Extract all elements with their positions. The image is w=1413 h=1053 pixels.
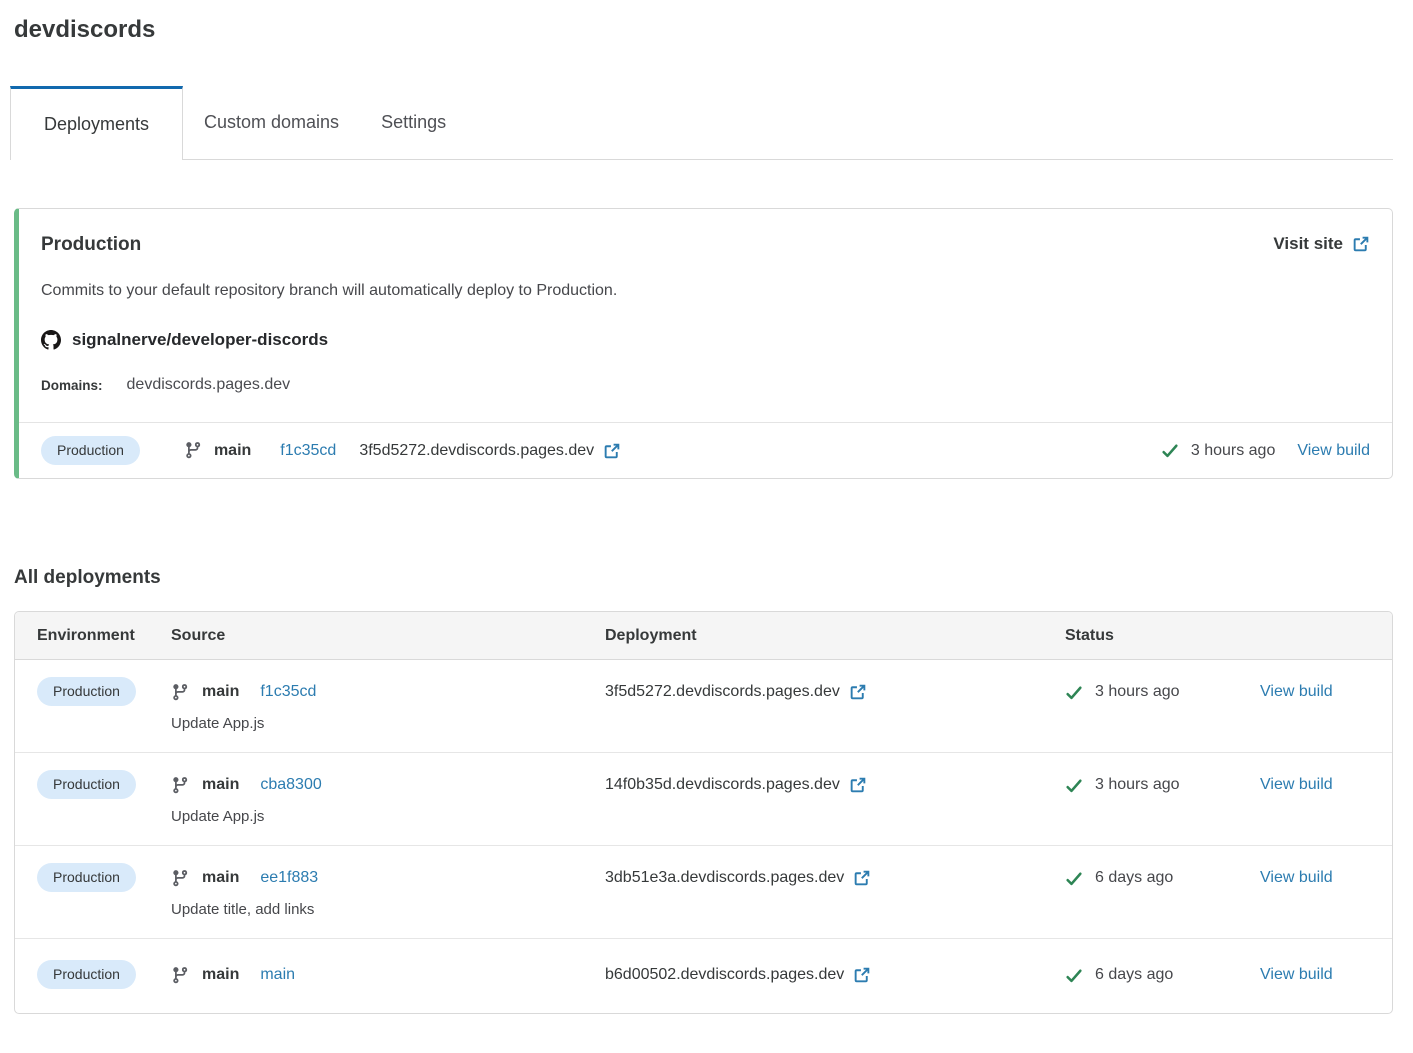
deployment-url[interactable]: 3db51e3a.devdiscords.pages.dev — [605, 866, 844, 890]
domains-value: devdiscords.pages.dev — [127, 376, 291, 394]
table-row: Production main cba8300 Update App.js 14… — [15, 752, 1392, 845]
domains-label: Domains: — [41, 378, 103, 393]
tab-custom-domains[interactable]: Custom domains — [183, 86, 360, 159]
external-link-icon[interactable] — [849, 776, 867, 794]
check-icon — [1161, 442, 1179, 459]
table-header: Environment Source Deployment Status — [15, 612, 1392, 660]
external-link-icon[interactable] — [603, 442, 621, 460]
production-card: Production Visit site Commits to your de… — [14, 208, 1393, 479]
deployment-time: 6 days ago — [1095, 963, 1173, 987]
commit-message: Update App.js — [171, 807, 605, 827]
visit-site-link[interactable]: Visit site — [1273, 234, 1370, 254]
deployment-url[interactable]: 3f5d5272.devdiscords.pages.dev — [605, 680, 840, 704]
page-title: devdiscords — [14, 16, 1413, 44]
git-branch-icon — [184, 441, 203, 460]
repository-link[interactable]: signalnerve/developer-discords — [72, 330, 328, 350]
deployment-time: 3 hours ago — [1191, 442, 1276, 460]
table-row: Production main f1c35cd Update App.js 3f… — [15, 660, 1392, 752]
view-build-link[interactable]: View build — [1260, 966, 1333, 983]
view-build-link[interactable]: View build — [1297, 442, 1370, 460]
branch-name: main — [202, 773, 239, 797]
view-build-link[interactable]: View build — [1260, 869, 1333, 886]
commit-link[interactable]: f1c35cd — [280, 442, 336, 460]
production-deployment-row: Production main f1c35cd 3f5d5272.devdisc… — [19, 422, 1392, 478]
all-deployments-title: All deployments — [14, 567, 1413, 589]
deployment-url[interactable]: b6d00502.devdiscords.pages.dev — [605, 963, 844, 987]
check-icon — [1065, 777, 1083, 794]
column-header-environment: Environment — [37, 627, 171, 645]
branch-name: main — [202, 680, 239, 704]
deployment-url[interactable]: 14f0b35d.devdiscords.pages.dev — [605, 773, 840, 797]
commit-message: Update App.js — [171, 714, 605, 734]
deployment-time: 3 hours ago — [1095, 680, 1180, 704]
external-link-icon[interactable] — [849, 683, 867, 701]
environment-badge: Production — [37, 677, 136, 706]
deployments-table: Environment Source Deployment Status Pro… — [14, 611, 1393, 1014]
commit-link[interactable]: f1c35cd — [260, 680, 316, 704]
environment-badge: Production — [37, 960, 136, 989]
column-header-source: Source — [171, 627, 605, 645]
external-link-icon — [1352, 235, 1370, 253]
deployment-time: 3 hours ago — [1095, 773, 1180, 797]
deployment-time: 6 days ago — [1095, 866, 1173, 890]
git-branch-icon — [171, 776, 190, 795]
external-link-icon[interactable] — [853, 966, 871, 984]
branch-name: main — [202, 963, 239, 987]
column-header-deployment: Deployment — [605, 627, 1065, 645]
table-row: Production main ee1f883 Update title, ad… — [15, 845, 1392, 938]
environment-badge: Production — [37, 863, 136, 892]
tab-deployments[interactable]: Deployments — [10, 86, 183, 160]
external-link-icon[interactable] — [853, 869, 871, 887]
deployment-url[interactable]: 3f5d5272.devdiscords.pages.dev — [359, 442, 594, 460]
git-branch-icon — [171, 683, 190, 702]
production-description: Commits to your default repository branc… — [41, 282, 1370, 300]
check-icon — [1065, 684, 1083, 701]
tab-settings[interactable]: Settings — [360, 86, 467, 159]
check-icon — [1065, 870, 1083, 887]
commit-link[interactable]: main — [260, 963, 295, 987]
commit-message: Update title, add links — [171, 900, 605, 920]
visit-site-label: Visit site — [1273, 234, 1343, 254]
git-branch-icon — [171, 869, 190, 888]
check-icon — [1065, 967, 1083, 984]
environment-badge: Production — [37, 770, 136, 799]
view-build-link[interactable]: View build — [1260, 683, 1333, 700]
view-build-link[interactable]: View build — [1260, 776, 1333, 793]
commit-link[interactable]: cba8300 — [260, 773, 321, 797]
environment-badge: Production — [41, 436, 140, 465]
branch-name: main — [214, 442, 251, 460]
git-branch-icon — [171, 966, 190, 985]
production-card-title: Production — [41, 234, 141, 256]
commit-link[interactable]: ee1f883 — [260, 866, 318, 890]
branch-name: main — [202, 866, 239, 890]
column-header-status: Status — [1065, 627, 1260, 645]
tab-bar: Deployments Custom domains Settings — [10, 86, 1393, 160]
github-icon — [41, 330, 61, 350]
table-row: Production main main b6d00502.devdiscord… — [15, 938, 1392, 1013]
